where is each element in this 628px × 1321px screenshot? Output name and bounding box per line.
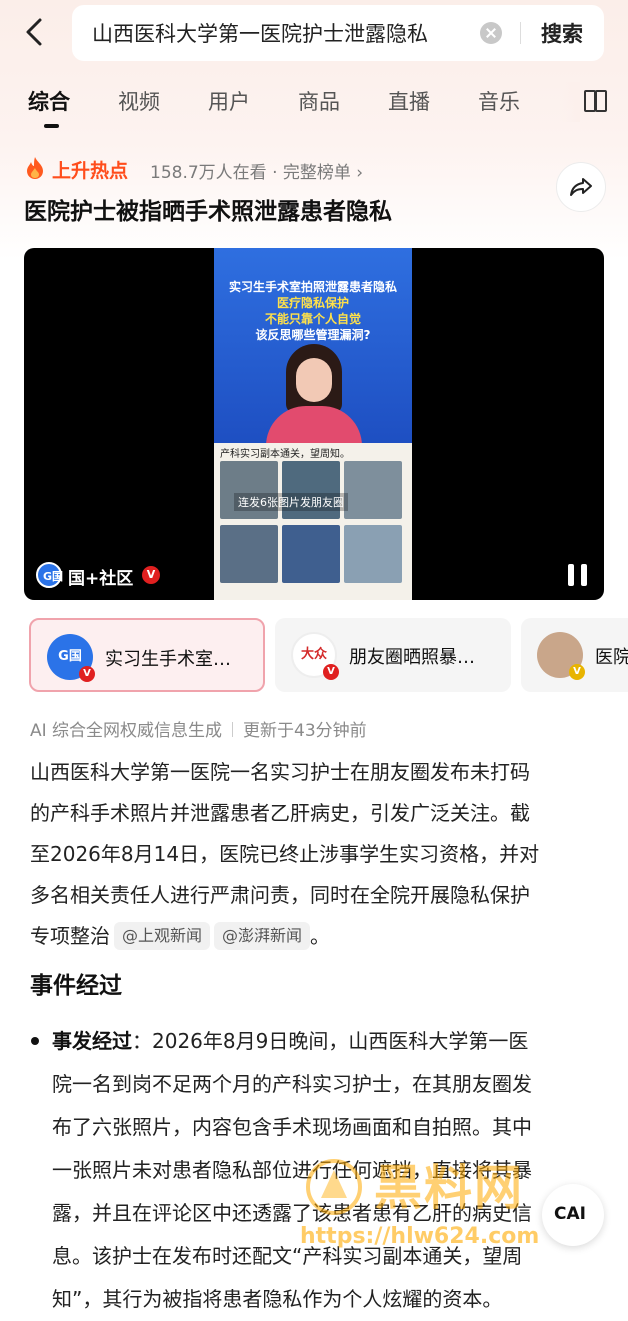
hot-meta[interactable]: 158.7万人在看 · 完整榜单 ›: [150, 158, 363, 183]
page-title: 医院护士被指晒手术照泄露患者隐私: [24, 199, 392, 225]
source-tag[interactable]: @澎湃新闻: [214, 922, 311, 950]
section-title: 事件经过: [30, 973, 122, 999]
verified-badge-icon: V: [142, 566, 160, 584]
search-query[interactable]: 山西医科大学第一医院护士泄露隐私: [92, 18, 428, 48]
clear-icon[interactable]: [480, 22, 502, 44]
source-card-1[interactable]: G国 V 实习生手术室…: [29, 618, 265, 692]
watermark-logo-icon: [306, 1159, 362, 1215]
summary-line-last: 专项整治 @上观新闻 @澎湃新闻。: [30, 922, 331, 950]
share-icon: [570, 178, 592, 196]
summary-line: 的产科手术照片并泄露患者乙肝病史，引发广泛关注。截: [30, 801, 530, 825]
back-arrow-icon: [26, 18, 42, 46]
tab-video[interactable]: 视频: [118, 86, 160, 116]
bullet-dot: [31, 1037, 39, 1045]
source-card-2[interactable]: 大众 V 朋友圈晒照暴…: [275, 618, 511, 692]
search-box[interactable]: 山西医科大学第一医院护士泄露隐私 搜索: [72, 5, 604, 61]
share-button[interactable]: [556, 162, 606, 212]
search-divider: [520, 22, 521, 44]
category-tabs: 综合 视频 用户 商品 直播 音乐: [0, 82, 628, 130]
tab-fade: [560, 82, 580, 122]
verified-badge-icon: V: [569, 664, 585, 680]
card-title: 医院: [595, 647, 628, 668]
event-label: 事发经过: [52, 1029, 132, 1053]
more-tabs-icon[interactable]: [584, 90, 607, 112]
pause-icon[interactable]: [568, 564, 588, 586]
news-graphic: 实习生手术室拍照泄露患者隐私 医疗隐私保护 不能只靠个人自觉 该反思哪些管理漏洞…: [214, 248, 412, 446]
video-line-2: 医疗隐私保护: [276, 296, 349, 310]
search-bar-row: 山西医科大学第一医院护士泄露隐私 搜索: [0, 0, 628, 64]
video-player[interactable]: 实习生手术室拍照泄露患者隐私 医疗隐私保护 不能只靠个人自觉 该反思哪些管理漏洞…: [24, 248, 604, 600]
summary-line: 山西医科大学第一医院一名实习护士在朋友圈发布未打码: [30, 760, 530, 784]
watermark-url: https://hlw624.com: [300, 1224, 540, 1249]
tab-overall[interactable]: 综合: [28, 86, 70, 116]
ai-summary-note: AI 综合全网权威信息生成 更新于43分钟前: [30, 716, 367, 741]
source-name: 国+社区: [68, 569, 134, 589]
news-anchor-image: [266, 344, 362, 446]
video-frame: 实习生手术室拍照泄露患者隐私 医疗隐私保护 不能只靠个人自觉 该反思哪些管理漏洞…: [214, 248, 412, 600]
back-button[interactable]: [18, 12, 54, 52]
tab-users[interactable]: 用户: [208, 86, 250, 116]
search-button[interactable]: 搜索: [541, 18, 583, 48]
active-tab-indicator: [44, 124, 59, 128]
floating-ai-button[interactable]: CAI: [542, 1184, 604, 1246]
source-logo: G国: [36, 562, 63, 588]
ai-generated-label: AI 综合全网权威信息生成: [30, 721, 223, 741]
summary-line: 多名相关责任人进行严肃问责，同时在全院开展隐私保护: [30, 883, 530, 907]
verified-badge-icon: V: [323, 664, 339, 680]
photo-caption: 产科实习副本通关，望周知。: [220, 449, 350, 460]
tab-live[interactable]: 直播: [388, 86, 430, 116]
photo-note: 连发6张图片发朋友圈: [234, 493, 348, 511]
photo-collage: 产科实习副本通关，望周知。 连发6张图片发朋友圈: [214, 443, 412, 600]
update-time: 更新于43分钟前: [243, 721, 367, 741]
verified-badge-icon: V: [79, 666, 95, 682]
source-card-3[interactable]: V 医院: [521, 618, 628, 692]
card-title: 朋友圈晒照暴…: [349, 647, 475, 668]
summary-line: 至2026年8月14日，医院已终止涉事学生实习资格，并对: [30, 842, 540, 866]
card-title: 实习生手术室…: [105, 649, 231, 670]
source-tag[interactable]: @上观新闻: [114, 922, 211, 950]
video-line-3: 不能只靠个人自觉: [264, 312, 361, 326]
floating-ai-label: CAI: [554, 1204, 586, 1224]
video-line-4: 该反思哪些管理漏洞?: [255, 328, 371, 342]
source-cards: G国 V 实习生手术室… 大众 V 朋友圈晒照暴… V 医院: [0, 618, 628, 694]
tab-music[interactable]: 音乐: [478, 86, 520, 116]
video-line-1: 实习生手术室拍照泄露患者隐私: [228, 280, 397, 294]
flame-icon: [27, 157, 43, 179]
watermark-text: 黑料网: [374, 1160, 525, 1216]
ai-summary: 山西医科大学第一医院一名实习护士在朋友圈发布未打码 的产科手术照片并泄露患者乙肝…: [30, 752, 602, 957]
hot-label: 上升热点: [52, 160, 129, 182]
tab-goods[interactable]: 商品: [298, 86, 340, 116]
